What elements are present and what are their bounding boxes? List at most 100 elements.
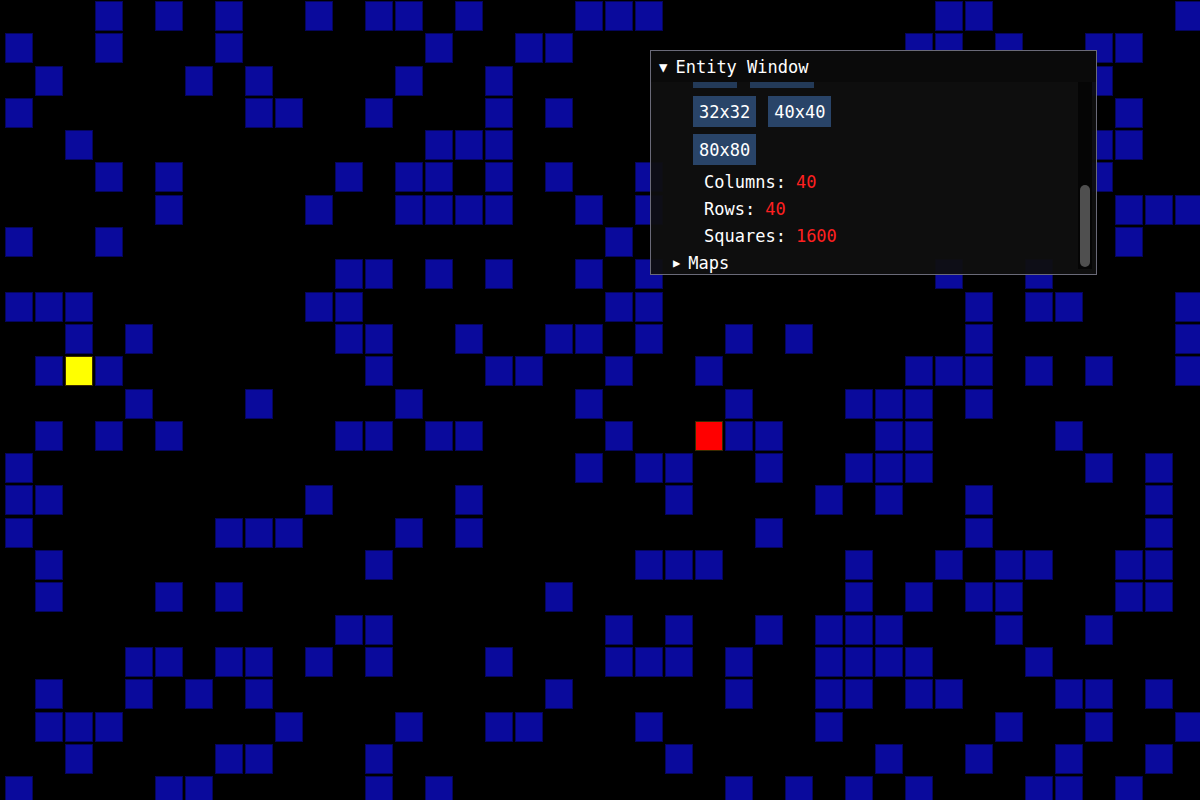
collapse-icon[interactable]: ▼ (659, 59, 667, 75)
wall-tile[interactable] (725, 324, 753, 354)
wall-tile[interactable] (245, 389, 273, 419)
wall-tile[interactable] (965, 324, 993, 354)
wall-tile[interactable] (95, 1, 123, 31)
wall-tile[interactable] (1115, 227, 1143, 257)
wall-tile[interactable] (395, 1, 423, 31)
wall-tile[interactable] (935, 1, 963, 31)
wall-tile[interactable] (245, 647, 273, 677)
wall-tile[interactable] (815, 615, 843, 645)
wall-tile[interactable] (965, 292, 993, 322)
wall-tile[interactable] (455, 485, 483, 515)
wall-tile[interactable] (575, 324, 603, 354)
wall-tile[interactable] (725, 776, 753, 800)
wall-tile[interactable] (905, 582, 933, 612)
wall-tile[interactable] (875, 389, 903, 419)
wall-tile[interactable] (905, 421, 933, 451)
wall-tile[interactable] (335, 421, 363, 451)
wall-tile[interactable] (905, 453, 933, 483)
wall-tile[interactable] (1145, 582, 1173, 612)
wall-tile[interactable] (995, 712, 1023, 742)
wall-tile[interactable] (35, 292, 63, 322)
wall-tile[interactable] (1055, 776, 1083, 800)
wall-tile[interactable] (515, 33, 543, 63)
wall-tile[interactable] (35, 550, 63, 580)
wall-tile[interactable] (935, 550, 963, 580)
wall-tile[interactable] (575, 195, 603, 225)
wall-tile[interactable] (815, 647, 843, 677)
wall-tile[interactable] (215, 518, 243, 548)
wall-tile[interactable] (1025, 776, 1053, 800)
wall-tile[interactable] (5, 292, 33, 322)
wall-tile[interactable] (215, 1, 243, 31)
wall-tile[interactable] (905, 679, 933, 709)
scrollbar[interactable] (1078, 82, 1092, 269)
wall-tile[interactable] (1085, 679, 1113, 709)
wall-tile[interactable] (215, 647, 243, 677)
wall-tile[interactable] (1175, 356, 1200, 386)
wall-tile[interactable] (395, 518, 423, 548)
wall-tile[interactable] (875, 744, 903, 774)
wall-tile[interactable] (1085, 615, 1113, 645)
wall-tile[interactable] (1175, 292, 1200, 322)
clipped-button[interactable] (693, 82, 737, 88)
wall-tile[interactable] (605, 647, 633, 677)
wall-tile[interactable] (485, 66, 513, 96)
wall-tile[interactable] (875, 453, 903, 483)
wall-tile[interactable] (1175, 1, 1200, 31)
wall-tile[interactable] (485, 98, 513, 128)
wall-tile[interactable] (755, 453, 783, 483)
wall-tile[interactable] (155, 776, 183, 800)
wall-tile[interactable] (545, 162, 573, 192)
wall-tile[interactable] (455, 421, 483, 451)
wall-tile[interactable] (155, 162, 183, 192)
wall-tile[interactable] (665, 615, 693, 645)
wall-tile[interactable] (635, 647, 663, 677)
wall-tile[interactable] (425, 776, 453, 800)
wall-tile[interactable] (665, 744, 693, 774)
wall-tile[interactable] (305, 1, 333, 31)
size-button[interactable]: 80x80 (693, 134, 756, 165)
wall-tile[interactable] (185, 776, 213, 800)
wall-tile[interactable] (425, 195, 453, 225)
wall-tile[interactable] (1115, 550, 1143, 580)
wall-tile[interactable] (635, 550, 663, 580)
wall-tile[interactable] (65, 292, 93, 322)
wall-tile[interactable] (845, 453, 873, 483)
wall-tile[interactable] (5, 518, 33, 548)
wall-tile[interactable] (695, 356, 723, 386)
wall-tile[interactable] (365, 259, 393, 289)
wall-tile[interactable] (755, 518, 783, 548)
wall-tile[interactable] (335, 259, 363, 289)
wall-tile[interactable] (905, 356, 933, 386)
wall-tile[interactable] (5, 453, 33, 483)
wall-tile[interactable] (755, 421, 783, 451)
wall-tile[interactable] (425, 259, 453, 289)
wall-tile[interactable] (995, 582, 1023, 612)
wall-tile[interactable] (365, 550, 393, 580)
wall-tile[interactable] (1145, 485, 1173, 515)
wall-tile[interactable] (1145, 550, 1173, 580)
wall-tile[interactable] (35, 66, 63, 96)
wall-tile[interactable] (35, 356, 63, 386)
wall-tile[interactable] (935, 356, 963, 386)
wall-tile[interactable] (155, 1, 183, 31)
wall-tile[interactable] (995, 615, 1023, 645)
wall-tile[interactable] (5, 227, 33, 257)
wall-tile[interactable] (365, 356, 393, 386)
wall-tile[interactable] (635, 712, 663, 742)
wall-tile[interactable] (1055, 292, 1083, 322)
tree-node[interactable]: ▶Maps (673, 249, 1078, 274)
wall-tile[interactable] (575, 389, 603, 419)
wall-tile[interactable] (245, 518, 273, 548)
wall-tile[interactable] (245, 744, 273, 774)
wall-tile[interactable] (455, 324, 483, 354)
wall-tile[interactable] (425, 421, 453, 451)
wall-tile[interactable] (635, 324, 663, 354)
wall-tile[interactable] (1115, 582, 1143, 612)
wall-tile[interactable] (605, 615, 633, 645)
wall-tile[interactable] (65, 130, 93, 160)
wall-tile[interactable] (965, 744, 993, 774)
wall-tile[interactable] (335, 162, 363, 192)
wall-tile[interactable] (65, 324, 93, 354)
wall-tile[interactable] (1085, 356, 1113, 386)
